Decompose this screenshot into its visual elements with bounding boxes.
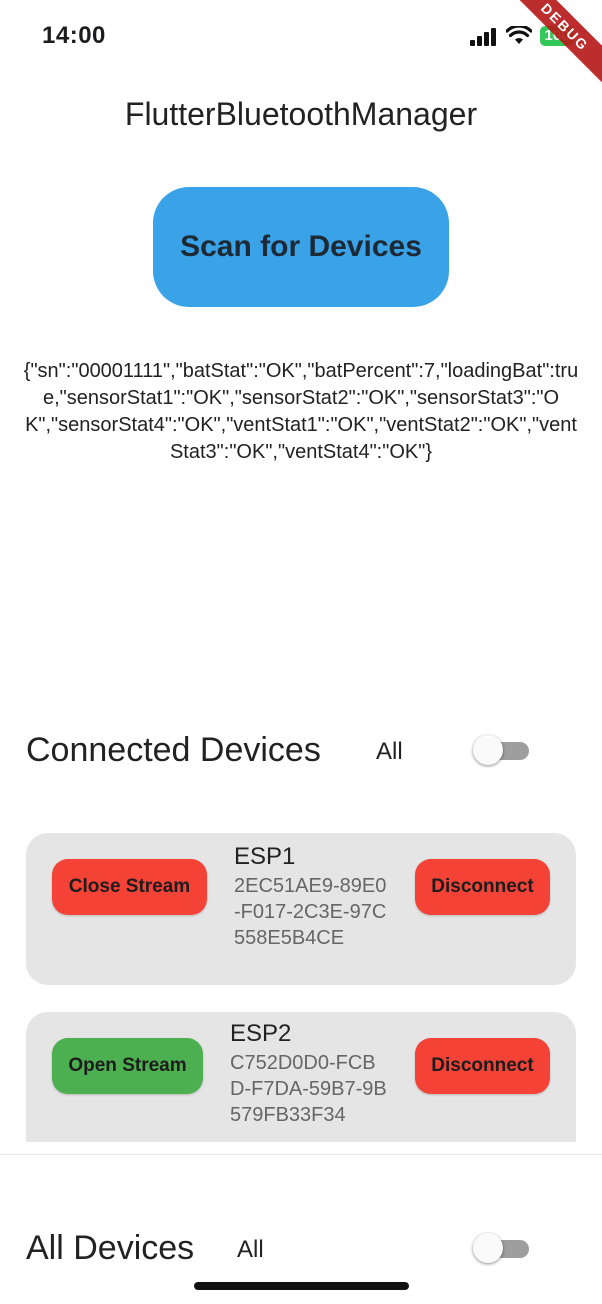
status-bar: 14:00 100 (0, 0, 602, 72)
toggle-thumb (473, 1233, 503, 1263)
connected-all-toggle[interactable] (473, 735, 531, 765)
disconnect-button[interactable]: Disconnect (415, 859, 550, 915)
status-time: 14:00 (42, 22, 106, 49)
received-data-text: {"sn":"00001111","batStat":"OK","batPerc… (23, 360, 579, 463)
connected-filter-label: All (376, 738, 403, 765)
device-id: C752D0D0-FCBD-F7DA-59B7-9B579FB33F34 (230, 1052, 387, 1126)
open-stream-button[interactable]: Open Stream (52, 1038, 203, 1094)
device-card: Open Stream ESP2 C752D0D0-FCBD-F7DA-59B7… (26, 1012, 576, 1142)
all-devices-title: All Devices (26, 1229, 195, 1267)
connected-devices-title: Connected Devices (26, 731, 321, 769)
section-divider (0, 1154, 602, 1155)
close-stream-button[interactable]: Close Stream (52, 859, 207, 915)
app-title: FlutterBluetoothManager (124, 96, 478, 132)
device-card: Close Stream ESP1 2EC51AE9-89E0-F017-2C3… (26, 833, 576, 985)
all-devices-toggle[interactable] (473, 1233, 531, 1263)
home-indicator (194, 1282, 409, 1290)
device-id: 2EC51AE9-89E0-F017-2C3E-97C558E5B4CE (234, 875, 387, 949)
wifi-icon (506, 26, 532, 44)
device-name: ESP1 (234, 843, 296, 870)
disconnect-button[interactable]: Disconnect (415, 1038, 550, 1094)
device-name: ESP2 (230, 1020, 292, 1047)
toggle-thumb (473, 735, 503, 765)
all-devices-filter-label: All (237, 1236, 264, 1263)
scan-devices-button[interactable]: Scan for Devices (153, 187, 449, 307)
signal-icon (470, 28, 496, 46)
connected-devices-list[interactable]: Close Stream ESP1 2EC51AE9-89E0-F017-2C3… (0, 810, 602, 1142)
